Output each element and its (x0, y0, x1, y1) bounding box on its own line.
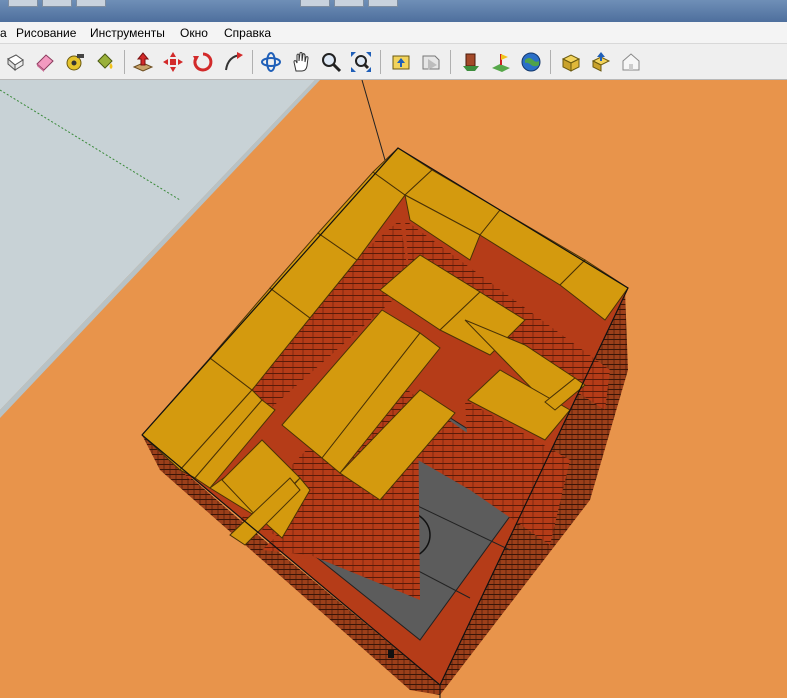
get-components-icon[interactable] (558, 49, 584, 75)
get-models-icon[interactable] (388, 49, 414, 75)
share-component-icon[interactable] (588, 49, 614, 75)
taskbar-button[interactable] (300, 0, 330, 7)
toolbar-separator (380, 50, 381, 74)
follow-me-icon[interactable] (220, 49, 246, 75)
share-model-icon[interactable] (418, 49, 444, 75)
menu-item-help[interactable]: Справка (224, 26, 271, 40)
google-earth-icon[interactable] (518, 49, 544, 75)
window-title-strip (0, 0, 787, 22)
menu-bar: a Рисование Инструменты Окно Справка (0, 22, 787, 44)
menu-item-tools[interactable]: Инструменты (90, 26, 165, 40)
zoom-extents-icon[interactable] (348, 49, 374, 75)
place-model-icon[interactable] (458, 49, 484, 75)
taskbar-button[interactable] (42, 0, 72, 7)
3d-viewport[interactable] (0, 80, 787, 698)
taskbar-button[interactable] (368, 0, 398, 7)
toolbar-separator (550, 50, 551, 74)
taskbar-button[interactable] (76, 0, 106, 7)
eraser-icon[interactable] (32, 49, 58, 75)
toolbar-separator (124, 50, 125, 74)
blue-axis-line (361, 80, 386, 161)
door-handle (388, 650, 394, 658)
toolbar (0, 44, 787, 80)
toolbar-separator (450, 50, 451, 74)
rotate-icon[interactable] (190, 49, 216, 75)
push-pull-icon[interactable] (130, 49, 156, 75)
toolbar-separator (252, 50, 253, 74)
box-select-icon[interactable] (2, 49, 28, 75)
orbit-icon[interactable] (258, 49, 284, 75)
taskbar-button[interactable] (8, 0, 38, 7)
menu-item-window[interactable]: Окно (180, 26, 208, 40)
taskbar-button[interactable] (334, 0, 364, 7)
zoom-icon[interactable] (318, 49, 344, 75)
add-location-icon[interactable] (488, 49, 514, 75)
tape-measure-icon[interactable] (62, 49, 88, 75)
paint-bucket-icon[interactable] (92, 49, 118, 75)
move-icon[interactable] (160, 49, 186, 75)
pan-hand-icon[interactable] (288, 49, 314, 75)
menu-item-file[interactable]: a (0, 26, 7, 40)
menu-item-draw[interactable]: Рисование (16, 26, 76, 40)
house-outline-icon[interactable] (618, 49, 644, 75)
